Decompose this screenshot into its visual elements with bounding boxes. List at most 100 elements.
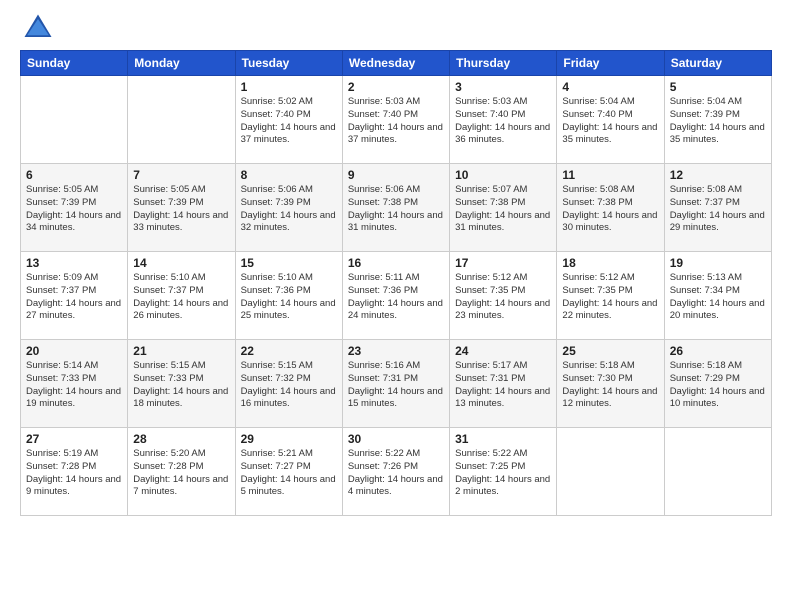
- calendar-cell: 15 Sunrise: 5:10 AMSunset: 7:36 PMDayligh…: [235, 252, 342, 340]
- day-number: 6: [26, 168, 122, 182]
- calendar-cell: 10 Sunrise: 5:07 AMSunset: 7:38 PMDayligh…: [450, 164, 557, 252]
- calendar-cell: 26 Sunrise: 5:18 AMSunset: 7:29 PMDayligh…: [664, 340, 771, 428]
- day-info: Sunrise: 5:05 AMSunset: 7:39 PMDaylight:…: [26, 184, 122, 235]
- day-info: Sunrise: 5:03 AMSunset: 7:40 PMDaylight:…: [348, 96, 444, 147]
- day-number: 8: [241, 168, 337, 182]
- day-info: Sunrise: 5:16 AMSunset: 7:31 PMDaylight:…: [348, 360, 444, 411]
- day-info: Sunrise: 5:04 AMSunset: 7:39 PMDaylight:…: [670, 96, 766, 147]
- calendar-cell: 29 Sunrise: 5:21 AMSunset: 7:27 PMDayligh…: [235, 428, 342, 516]
- calendar-cell: 13Sunrise: 5:09 AMSunset: 7:37 PMDayligh…: [21, 252, 128, 340]
- day-number: 14: [133, 256, 229, 270]
- calendar-cell: [664, 428, 771, 516]
- calendar-cell: 8 Sunrise: 5:06 AMSunset: 7:39 PMDaylight…: [235, 164, 342, 252]
- day-info: Sunrise: 5:15 AMSunset: 7:33 PMDaylight:…: [133, 360, 229, 411]
- calendar-cell: 7 Sunrise: 5:05 AMSunset: 7:39 PMDaylight…: [128, 164, 235, 252]
- calendar-cell: 9Sunrise: 5:06 AMSunset: 7:38 PMDaylight…: [342, 164, 449, 252]
- calendar-cell: 1 Sunrise: 5:02 AMSunset: 7:40 PMDaylight…: [235, 76, 342, 164]
- day-number: 22: [241, 344, 337, 358]
- header-wednesday: Wednesday: [342, 51, 449, 76]
- week-row-3: 13Sunrise: 5:09 AMSunset: 7:37 PMDayligh…: [21, 252, 772, 340]
- day-number: 3: [455, 80, 551, 94]
- calendar-cell: 27Sunrise: 5:19 AMSunset: 7:28 PMDayligh…: [21, 428, 128, 516]
- day-info: Sunrise: 5:21 AMSunset: 7:27 PMDaylight:…: [241, 448, 337, 499]
- calendar-cell: 31Sunrise: 5:22 AMSunset: 7:25 PMDayligh…: [450, 428, 557, 516]
- day-info: Sunrise: 5:07 AMSunset: 7:38 PMDaylight:…: [455, 184, 551, 235]
- logo-icon: [20, 10, 56, 46]
- calendar-cell: 4 Sunrise: 5:04 AMSunset: 7:40 PMDaylight…: [557, 76, 664, 164]
- header-saturday: Saturday: [664, 51, 771, 76]
- day-info: Sunrise: 5:09 AMSunset: 7:37 PMDaylight:…: [26, 272, 122, 323]
- header-friday: Friday: [557, 51, 664, 76]
- day-number: 16: [348, 256, 444, 270]
- week-row-1: 1 Sunrise: 5:02 AMSunset: 7:40 PMDaylight…: [21, 76, 772, 164]
- day-info: Sunrise: 5:12 AMSunset: 7:35 PMDaylight:…: [562, 272, 658, 323]
- logo: [20, 10, 60, 46]
- day-number: 4: [562, 80, 658, 94]
- day-number: 30: [348, 432, 444, 446]
- day-info: Sunrise: 5:06 AMSunset: 7:39 PMDaylight:…: [241, 184, 337, 235]
- day-number: 25: [562, 344, 658, 358]
- calendar-cell: 16 Sunrise: 5:11 AMSunset: 7:36 PMDayligh…: [342, 252, 449, 340]
- calendar-cell: 11 Sunrise: 5:08 AMSunset: 7:38 PMDayligh…: [557, 164, 664, 252]
- calendar-cell: 21 Sunrise: 5:15 AMSunset: 7:33 PMDayligh…: [128, 340, 235, 428]
- day-info: Sunrise: 5:20 AMSunset: 7:28 PMDaylight:…: [133, 448, 229, 499]
- day-info: Sunrise: 5:05 AMSunset: 7:39 PMDaylight:…: [133, 184, 229, 235]
- day-info: Sunrise: 5:18 AMSunset: 7:29 PMDaylight:…: [670, 360, 766, 411]
- day-info: Sunrise: 5:03 AMSunset: 7:40 PMDaylight:…: [455, 96, 551, 147]
- day-number: 29: [241, 432, 337, 446]
- calendar-cell: 20Sunrise: 5:14 AMSunset: 7:33 PMDayligh…: [21, 340, 128, 428]
- day-number: 1: [241, 80, 337, 94]
- calendar-cell: 2 Sunrise: 5:03 AMSunset: 7:40 PMDaylight…: [342, 76, 449, 164]
- day-number: 2: [348, 80, 444, 94]
- day-number: 26: [670, 344, 766, 358]
- day-info: Sunrise: 5:17 AMSunset: 7:31 PMDaylight:…: [455, 360, 551, 411]
- day-info: Sunrise: 5:11 AMSunset: 7:36 PMDaylight:…: [348, 272, 444, 323]
- calendar-cell: 19 Sunrise: 5:13 AMSunset: 7:34 PMDayligh…: [664, 252, 771, 340]
- day-number: 10: [455, 168, 551, 182]
- day-number: 11: [562, 168, 658, 182]
- day-info: Sunrise: 5:12 AMSunset: 7:35 PMDaylight:…: [455, 272, 551, 323]
- day-number: 7: [133, 168, 229, 182]
- calendar-cell: 14Sunrise: 5:10 AMSunset: 7:37 PMDayligh…: [128, 252, 235, 340]
- calendar-cell: [128, 76, 235, 164]
- day-info: Sunrise: 5:10 AMSunset: 7:36 PMDaylight:…: [241, 272, 337, 323]
- day-info: Sunrise: 5:06 AMSunset: 7:38 PMDaylight:…: [348, 184, 444, 235]
- day-number: 23: [348, 344, 444, 358]
- calendar-cell: 23 Sunrise: 5:16 AMSunset: 7:31 PMDayligh…: [342, 340, 449, 428]
- day-info: Sunrise: 5:18 AMSunset: 7:30 PMDaylight:…: [562, 360, 658, 411]
- day-number: 15: [241, 256, 337, 270]
- calendar-cell: 28Sunrise: 5:20 AMSunset: 7:28 PMDayligh…: [128, 428, 235, 516]
- calendar-cell: 3 Sunrise: 5:03 AMSunset: 7:40 PMDaylight…: [450, 76, 557, 164]
- day-number: 21: [133, 344, 229, 358]
- calendar-cell: [557, 428, 664, 516]
- day-info: Sunrise: 5:02 AMSunset: 7:40 PMDaylight:…: [241, 96, 337, 147]
- calendar-cell: 30 Sunrise: 5:22 AMSunset: 7:26 PMDayligh…: [342, 428, 449, 516]
- day-info: Sunrise: 5:15 AMSunset: 7:32 PMDaylight:…: [241, 360, 337, 411]
- calendar-cell: 22 Sunrise: 5:15 AMSunset: 7:32 PMDayligh…: [235, 340, 342, 428]
- day-info: Sunrise: 5:19 AMSunset: 7:28 PMDaylight:…: [26, 448, 122, 499]
- day-number: 19: [670, 256, 766, 270]
- header-sunday: Sunday: [21, 51, 128, 76]
- day-info: Sunrise: 5:08 AMSunset: 7:37 PMDaylight:…: [670, 184, 766, 235]
- calendar-cell: 12 Sunrise: 5:08 AMSunset: 7:37 PMDayligh…: [664, 164, 771, 252]
- day-info: Sunrise: 5:22 AMSunset: 7:26 PMDaylight:…: [348, 448, 444, 499]
- header-thursday: Thursday: [450, 51, 557, 76]
- day-info: Sunrise: 5:22 AMSunset: 7:25 PMDaylight:…: [455, 448, 551, 499]
- day-info: Sunrise: 5:08 AMSunset: 7:38 PMDaylight:…: [562, 184, 658, 235]
- calendar-cell: 5Sunrise: 5:04 AMSunset: 7:39 PMDaylight…: [664, 76, 771, 164]
- week-row-5: 27Sunrise: 5:19 AMSunset: 7:28 PMDayligh…: [21, 428, 772, 516]
- day-info: Sunrise: 5:04 AMSunset: 7:40 PMDaylight:…: [562, 96, 658, 147]
- day-info: Sunrise: 5:13 AMSunset: 7:34 PMDaylight:…: [670, 272, 766, 323]
- calendar-cell: 25 Sunrise: 5:18 AMSunset: 7:30 PMDayligh…: [557, 340, 664, 428]
- calendar-cell: 17 Sunrise: 5:12 AMSunset: 7:35 PMDayligh…: [450, 252, 557, 340]
- day-number: 12: [670, 168, 766, 182]
- calendar-cell: [21, 76, 128, 164]
- calendar-cell: 24 Sunrise: 5:17 AMSunset: 7:31 PMDayligh…: [450, 340, 557, 428]
- calendar-table: SundayMondayTuesdayWednesdayThursdayFrid…: [20, 50, 772, 516]
- calendar-cell: 6 Sunrise: 5:05 AMSunset: 7:39 PMDaylight…: [21, 164, 128, 252]
- day-number: 24: [455, 344, 551, 358]
- day-info: Sunrise: 5:14 AMSunset: 7:33 PMDaylight:…: [26, 360, 122, 411]
- page-header: [20, 10, 772, 46]
- day-number: 17: [455, 256, 551, 270]
- header-monday: Monday: [128, 51, 235, 76]
